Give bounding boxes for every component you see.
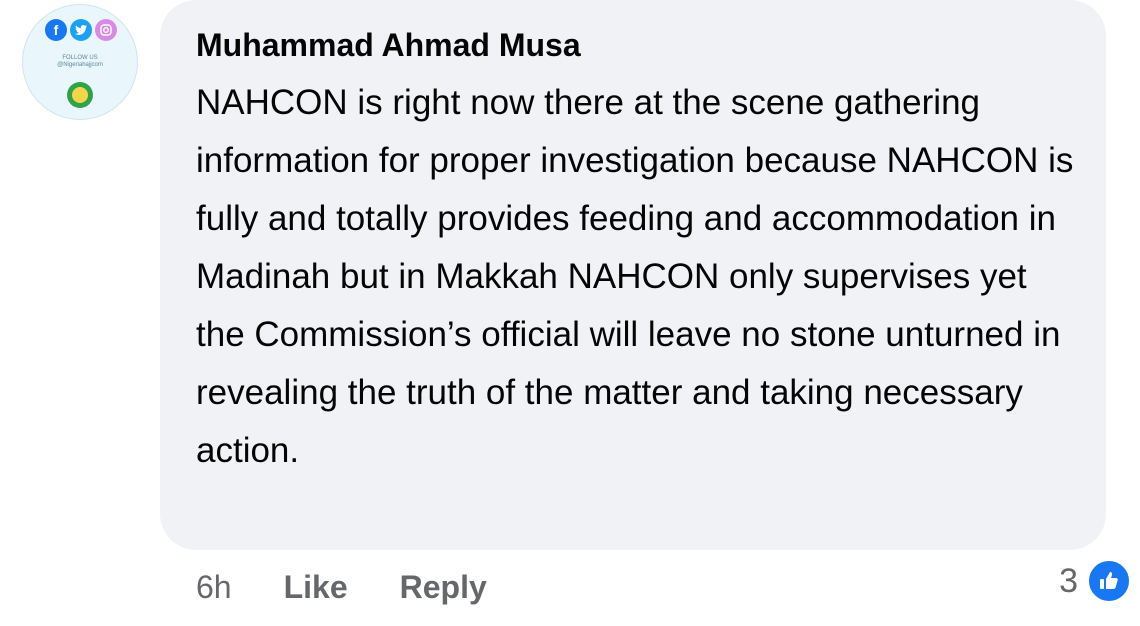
handle-label: @Nigeriahajjcom [57, 62, 103, 68]
comment-actions: 6h Like Reply [196, 562, 487, 612]
comment-bubble: Muhammad Ahmad Musa NAHCON is right now … [160, 0, 1106, 550]
twitter-icon [70, 19, 92, 41]
facebook-icon: f [45, 19, 67, 41]
reply-button[interactable]: Reply [400, 569, 487, 606]
commission-logo-icon [67, 82, 93, 108]
comment-timestamp[interactable]: 6h [196, 569, 232, 606]
follow-us-label: FOLLOW US [62, 55, 98, 61]
comment-author[interactable]: Muhammad Ahmad Musa [196, 24, 1076, 66]
comment-text: NAHCON is right now there at the scene g… [196, 83, 1074, 470]
avatar[interactable]: f FOLLOW US @Nigeriahajjcom [22, 4, 138, 120]
reaction-count: 3 [1059, 561, 1078, 600]
instagram-icon [95, 19, 117, 41]
comment: f FOLLOW US @Nigeriahajjcom Muhammad Ahm… [0, 0, 1140, 626]
reaction-summary[interactable]: 3 [1059, 558, 1132, 604]
like-button[interactable]: Like [284, 569, 348, 606]
thumbs-up-icon [1086, 558, 1132, 604]
avatar-follow-text: FOLLOW US @Nigeriahajjcom [23, 55, 137, 69]
